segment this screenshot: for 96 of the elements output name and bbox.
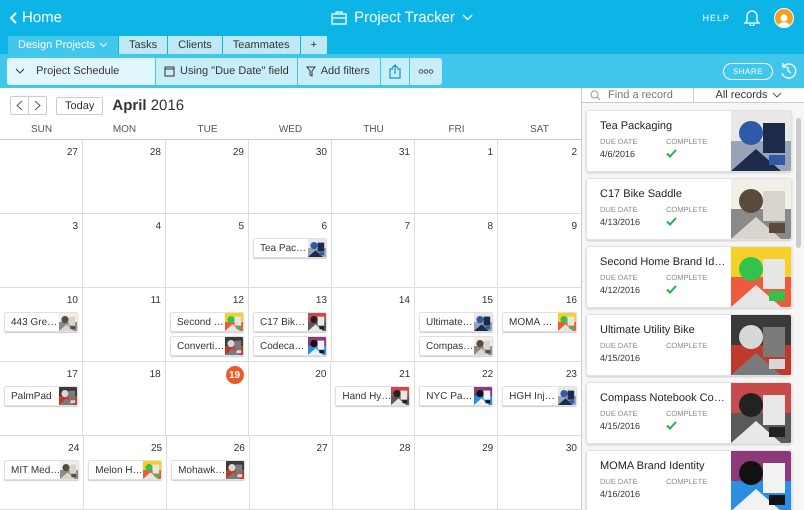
chevron-icon — [10, 12, 18, 24]
event-chip[interactable]: Hand Hy… — [335, 386, 410, 406]
event-chip[interactable]: Tea Pac… — [253, 238, 327, 258]
event-chip[interactable]: Codeca… — [253, 336, 327, 356]
event-chip[interactable]: C17 Bik… — [253, 312, 327, 332]
tab[interactable]: Tasks — [119, 36, 168, 54]
scrollbar[interactable] — [796, 118, 801, 248]
tab[interactable]: Teammates — [222, 36, 301, 54]
event-chip[interactable]: MIT Med… — [4, 460, 80, 480]
chevron-icon — [772, 92, 782, 98]
date-number: 22 — [482, 368, 494, 382]
date-number: 17 — [66, 368, 78, 382]
weekday-label: TUE — [196, 124, 218, 134]
date-number: 21 — [399, 368, 410, 382]
event-chip[interactable]: MOMA … — [502, 312, 577, 332]
date-number: 30 — [316, 146, 327, 160]
date-number: 15 — [482, 294, 493, 308]
date-number: 11 — [150, 294, 161, 308]
date-number: 18 — [150, 368, 161, 382]
event-chip[interactable]: PalmPad — [4, 386, 78, 406]
date-number: 1 — [487, 146, 493, 160]
date-number: 12 — [232, 294, 244, 308]
record-title: C17 Bike Saddle — [600, 188, 683, 200]
date-number: 27 — [66, 146, 78, 160]
date-number: 3 — [72, 220, 78, 234]
briefcase-icon — [331, 10, 348, 24]
weekday-label: SAT — [529, 124, 550, 134]
date-number: 8 — [487, 220, 493, 234]
date-number: 27 — [316, 442, 328, 456]
event-chip[interactable]: Mohawk… — [171, 460, 245, 480]
search-icon — [590, 90, 601, 100]
event-chip[interactable]: HGH Inj… — [502, 386, 577, 406]
record-title: Ultimate Utility Bike — [600, 324, 696, 336]
today-date-badge: 19 — [226, 366, 244, 384]
record-title: Tea Packaging — [600, 120, 674, 132]
filter-button[interactable]: Add filters — [298, 58, 381, 84]
today-button[interactable]: Today — [56, 96, 104, 114]
record-title: Second Home Brand Id… — [600, 256, 726, 268]
date-number: 14 — [398, 294, 410, 308]
event-chip[interactable]: NYC Pa… — [419, 386, 494, 406]
chevron-icon[interactable] — [462, 14, 473, 21]
date-number: 4 — [155, 220, 161, 234]
event-chip[interactable]: Melon H… — [88, 460, 162, 480]
record-title: Compass Notebook Co… — [600, 392, 726, 404]
avatar-icon[interactable] — [774, 8, 794, 28]
date-number: 29 — [482, 442, 494, 456]
search-field[interactable]: Find a record — [582, 88, 693, 102]
chevron-icon — [15, 68, 25, 74]
date-field-button[interactable]: Using "Due Date" field — [156, 58, 298, 84]
record-title: MOMA Brand Identity — [600, 460, 706, 472]
date-number: 28 — [150, 146, 161, 160]
filter-icon — [306, 66, 316, 76]
date-number: 23 — [566, 368, 577, 382]
due-date: 4/16/2016 — [600, 489, 642, 500]
due-date: 4/15/2016 — [600, 353, 642, 364]
date-number: 26 — [234, 442, 245, 456]
date-number: 28 — [399, 442, 410, 456]
bell-icon[interactable] — [744, 9, 760, 26]
due-date: 4/6/2016 — [600, 149, 636, 160]
records-filter-dropdown[interactable]: All records — [693, 88, 804, 102]
weekday-label: SUN — [30, 124, 54, 134]
weekday-label: MON — [112, 124, 138, 134]
chevron-left-icon — [16, 100, 23, 111]
chevron-icon — [99, 42, 108, 48]
date-number: 6 — [321, 220, 327, 234]
event-chip[interactable]: Converti… — [170, 336, 244, 356]
event-chip[interactable]: Compas… — [419, 336, 493, 356]
event-chip[interactable]: Second … — [170, 312, 244, 332]
chevron-right-icon — [34, 100, 41, 111]
due-date: 4/13/2016 — [600, 217, 642, 228]
date-number: 30 — [566, 442, 577, 456]
history-icon[interactable] — [779, 62, 797, 80]
event-chip[interactable]: 443 Gre… — [4, 312, 78, 332]
date-number: 5 — [238, 220, 244, 234]
date-number: 9 — [571, 220, 577, 234]
date-number: 2 — [571, 146, 577, 160]
weekday-label: THU — [362, 124, 385, 134]
date-number: 7 — [404, 220, 410, 234]
weekday-label: FRI — [447, 124, 466, 134]
date-number: 24 — [68, 442, 80, 456]
date-number: 10 — [66, 294, 78, 308]
date-number: 31 — [398, 146, 410, 160]
calendar-icon — [164, 65, 175, 77]
view-selector[interactable]: Project Schedule — [7, 58, 156, 84]
date-number: 20 — [315, 368, 326, 382]
weekday-label: WED — [278, 124, 304, 134]
date-number: 29 — [232, 146, 244, 160]
event-chip[interactable]: Ultimate… — [419, 312, 493, 332]
date-number: 16 — [566, 294, 577, 308]
month-title: April 2016 — [112, 97, 184, 114]
due-date: 4/15/2016 — [600, 421, 642, 432]
due-date: 4/12/2016 — [600, 285, 642, 296]
add-tab-button[interactable]: + — [300, 36, 328, 54]
tab[interactable]: Clients — [168, 36, 223, 54]
date-number: 25 — [150, 442, 162, 456]
date-number: 13 — [316, 294, 327, 308]
